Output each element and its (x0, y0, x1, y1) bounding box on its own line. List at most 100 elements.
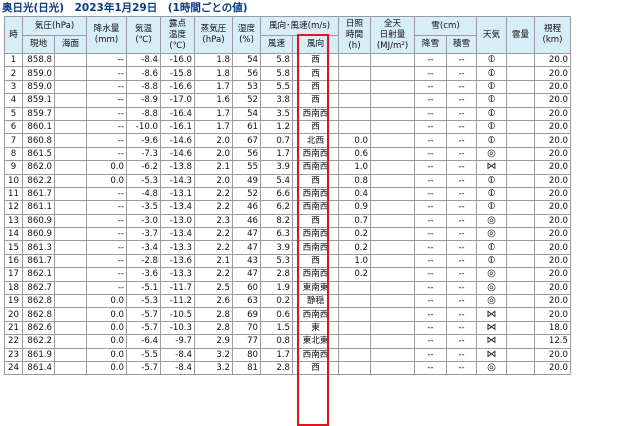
radiation-cell (370, 253, 415, 269)
snowfall-cell: -- (414, 186, 447, 202)
radiation-cell (370, 240, 415, 255)
wind-speed-cell: 0.2 (260, 294, 293, 309)
precipitation-cell: -- (86, 213, 127, 229)
wind-speed-cell: 1.7 (260, 146, 293, 162)
wind-direction-cell: 西南西 (292, 347, 339, 362)
snowfall-cell: -- (414, 334, 447, 349)
cloud-cell (506, 133, 535, 148)
dewpoint-cell: -13.8 (160, 160, 195, 175)
sea-pressure-cell (54, 200, 87, 215)
humidity-header: 湿度 (%) (232, 16, 261, 54)
radiation-cell (370, 133, 415, 148)
humidity-cell: 69 (232, 307, 261, 322)
sea-pressure-cell (54, 93, 87, 108)
dewpoint-cell: -15.8 (160, 66, 195, 81)
radiation-cell (370, 347, 415, 362)
vapor-pressure-cell: 2.2 (194, 200, 233, 215)
sunshine-cell (338, 52, 371, 68)
vapor-pressure-cell: 1.7 (194, 79, 233, 95)
pressure-station-header: 現地 (22, 35, 55, 54)
snow-depth-cell: -- (446, 280, 477, 296)
snowfall-cell: -- (414, 93, 447, 108)
snowfall-cell: -- (414, 52, 447, 68)
radiation-cell (370, 66, 415, 81)
snowfall-cell: -- (414, 307, 447, 322)
sea-pressure-cell (54, 280, 87, 296)
snow-depth-cell: -- (446, 173, 477, 188)
weather-icon: ◎ (476, 294, 507, 309)
snow-depth-cell: -- (446, 160, 477, 175)
snowfall-cell: -- (414, 267, 447, 282)
visibility-cell: 20.0 (534, 52, 571, 68)
visibility-cell: 20.0 (534, 280, 571, 296)
wind-speed-cell: 1.7 (260, 347, 293, 362)
snow-depth-cell: -- (446, 347, 477, 362)
visibility-cell: 20.0 (534, 213, 571, 229)
snowfall-cell: -- (414, 213, 447, 229)
temperature-cell: -6.2 (126, 160, 161, 175)
weather-icon: ◎ (476, 267, 507, 282)
weather-icon: ⋈ (476, 334, 507, 349)
temperature-cell: -8.6 (126, 66, 161, 81)
temperature-cell: -5.7 (126, 307, 161, 322)
precipitation-cell: -- (86, 119, 127, 135)
snowfall-cell: -- (414, 253, 447, 269)
hour-cell: 15 (4, 240, 23, 255)
dewpoint-cell: -17.0 (160, 93, 195, 108)
visibility-header: 視程 (km) (534, 16, 571, 54)
vapor-pressure-cell: 2.2 (194, 267, 233, 282)
humidity-cell: 77 (232, 334, 261, 349)
weather-icon: ⦶ (476, 200, 507, 215)
hour-cell: 14 (4, 227, 23, 242)
station-pressure-cell: 859.0 (22, 79, 55, 95)
humidity-cell: 63 (232, 294, 261, 309)
snow-depth-cell: -- (446, 66, 477, 81)
weather-icon: ⋈ (476, 307, 507, 322)
radiation-cell (370, 52, 415, 68)
precipitation-cell: -- (86, 227, 127, 242)
sunshine-cell: 1.0 (338, 253, 371, 269)
cloud-cell (506, 200, 535, 215)
hour-cell: 4 (4, 93, 23, 108)
wind-direction-cell: 西 (292, 79, 339, 95)
wind-speed-cell: 1.5 (260, 320, 293, 336)
wind-speed-cell: 5.8 (260, 66, 293, 81)
precipitation-cell: 0.0 (86, 334, 127, 349)
snowfall-cell: -- (414, 133, 447, 148)
humidity-cell: 60 (232, 280, 261, 296)
humidity-cell: 46 (232, 200, 261, 215)
snow-depth-cell: -- (446, 307, 477, 322)
vapor-pressure-cell: 3.2 (194, 347, 233, 362)
table-row: 2 859.0 -- -8.6 -15.8 1.8 56 5.8 西 -- -- ⦶ 20.0 (4, 66, 571, 81)
snowfall-header: 降雪 (414, 35, 447, 54)
temperature-cell: -5.3 (126, 294, 161, 309)
temperature-cell: -8.8 (126, 79, 161, 95)
dewpoint-cell: -13.3 (160, 240, 195, 255)
station-pressure-cell: 861.7 (22, 253, 55, 269)
wind-speed-header: 風速 (260, 35, 293, 54)
snowfall-cell: -- (414, 160, 447, 175)
precipitation-cell: -- (86, 106, 127, 121)
snowfall-cell: -- (414, 66, 447, 81)
station-pressure-cell: 859.0 (22, 66, 55, 81)
radiation-header: 全天 日射量 (MJ/m²) (370, 16, 415, 54)
snow-depth-cell: -- (446, 52, 477, 68)
wind-direction-cell: 西南西 (292, 146, 339, 162)
hour-cell: 11 (4, 186, 23, 202)
wind-direction-cell: 西南西 (292, 267, 339, 282)
hour-cell: 12 (4, 200, 23, 215)
sea-pressure-cell (54, 307, 87, 322)
snowfall-cell: -- (414, 119, 447, 135)
sunshine-cell (338, 119, 371, 135)
snow-depth-cell: -- (446, 240, 477, 255)
sunshine-cell (338, 294, 371, 309)
snow-depth-cell: -- (446, 186, 477, 202)
wind-speed-cell: 5.8 (260, 52, 293, 68)
hour-cell: 21 (4, 320, 23, 336)
wind-direction-cell: 西南西 (292, 240, 339, 255)
sunshine-cell (338, 360, 371, 376)
wind-direction-cell: 西 (292, 253, 339, 269)
table-row: 15 861.3 -- -3.4 -13.3 2.2 47 3.9 西南西 0.2 -- -- ⦶ 20.… (4, 240, 571, 255)
precipitation-cell: -- (86, 52, 127, 68)
dewpoint-cell: -11.7 (160, 280, 195, 296)
